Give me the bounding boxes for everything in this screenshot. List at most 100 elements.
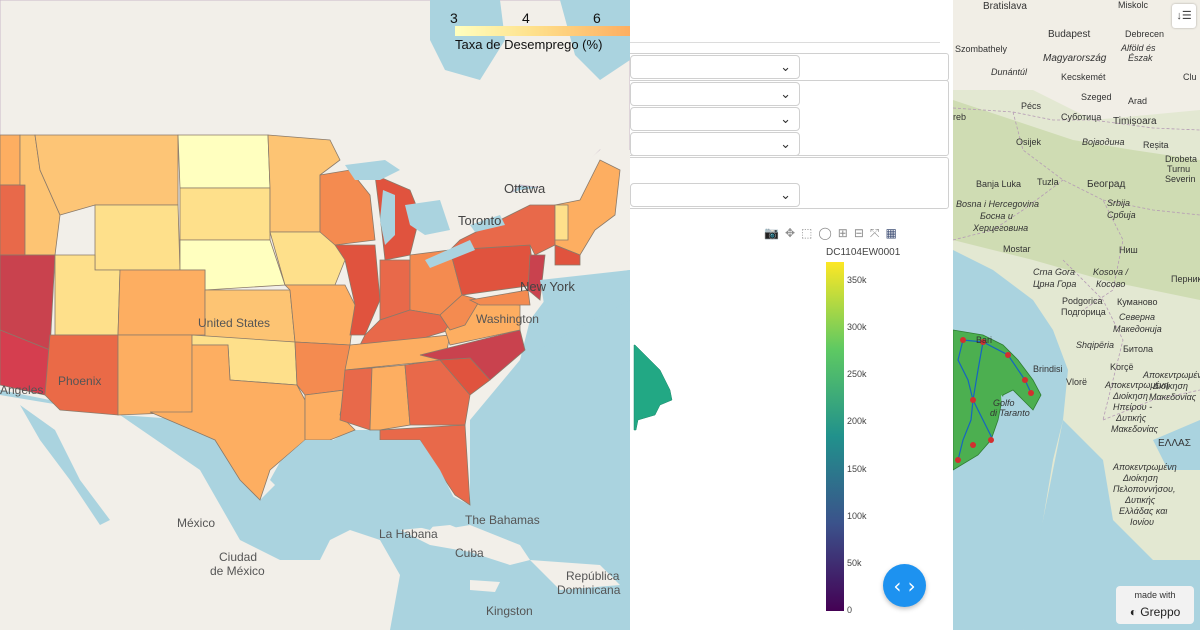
chevron-down-icon: ⌄ xyxy=(780,86,791,101)
label-dominicana: Dominicana xyxy=(557,583,621,597)
badge-name: ◐ Greppo xyxy=(1116,605,1194,619)
label-vojvodina: Војводина xyxy=(1082,137,1124,147)
label-pernik: Перник xyxy=(1171,274,1200,284)
label-bitola: Битола xyxy=(1123,344,1153,354)
colorbar-title: DC1104EW0001 xyxy=(826,247,901,258)
legend-colorbar xyxy=(455,26,630,36)
code-toggle-button[interactable]: ‹ › xyxy=(883,564,926,607)
dropdown-5[interactable]: ⌄ xyxy=(630,183,800,207)
state-washington xyxy=(0,134,21,186)
label-taranto2: di Taranto xyxy=(990,408,1030,418)
label-banja-luka: Banja Luka xyxy=(976,179,1021,189)
label-miskolc: Miskolc xyxy=(1118,0,1149,10)
label-cg2: Црна Гора xyxy=(1033,279,1076,289)
label-korce: Korçë xyxy=(1110,362,1134,372)
label-bratislava: Bratislava xyxy=(983,1,1027,12)
state-north-dakota xyxy=(177,134,271,189)
label-ep1: Αποκεντρωμένη xyxy=(1104,380,1169,390)
us-unemployment-map[interactable]: Ottawa Toronto New York Washington Unite… xyxy=(0,0,630,630)
label-kosovo1: Kosova / xyxy=(1093,267,1130,277)
label-vlore: Vlorë xyxy=(1066,377,1087,387)
greppo-badge[interactable]: made with ◐ Greppo xyxy=(1116,586,1194,624)
label-mexico: México xyxy=(177,516,215,530)
label-eszak: Észak xyxy=(1128,53,1153,63)
label-pel3: Πελοποννήσου, xyxy=(1113,484,1175,494)
label-podgorica1: Podgorica xyxy=(1062,296,1103,306)
label-ep5: Μακεδονίας xyxy=(1111,424,1159,434)
label-magyarorszag: Magyarország xyxy=(1043,53,1107,64)
zoom-out-icon[interactable]: ⊟ xyxy=(854,226,864,241)
menu-icon[interactable]: ↓☰ xyxy=(1172,4,1196,28)
label-resita: Reșita xyxy=(1143,140,1169,150)
label-bari: Bari xyxy=(976,335,992,345)
label-washington: Washington xyxy=(476,312,539,326)
label-phoenix: Phoenix xyxy=(58,374,101,388)
balkans-map[interactable]: Bratislava Miskolc Budapest Debrecen Szo… xyxy=(953,0,1200,630)
state-indiana xyxy=(379,259,411,321)
label-pel2: Διοίκηση xyxy=(1122,473,1158,483)
choropleth-region[interactable] xyxy=(630,340,690,440)
legend-tick-3: 3 xyxy=(450,10,458,26)
label-szombathely: Szombathely xyxy=(955,44,1008,54)
code-icon: ‹ › xyxy=(893,573,916,598)
label-mostar: Mostar xyxy=(1003,244,1031,254)
dropdown-3[interactable]: ⌄ xyxy=(630,107,800,131)
label-osijek: Osijek xyxy=(1016,137,1042,147)
label-kumanovo: Куманово xyxy=(1117,297,1158,307)
state-oregon xyxy=(0,184,26,256)
state-new-mexico xyxy=(117,334,193,416)
chevron-down-icon: ⌄ xyxy=(780,136,791,151)
colorbar-tick-label: 50k xyxy=(847,557,862,568)
label-pecs: Pécs xyxy=(1021,101,1042,111)
colorbar xyxy=(826,262,844,611)
label-timisoara: Timișoara xyxy=(1113,116,1157,127)
label-beograd: Београд xyxy=(1087,179,1125,190)
label-szeged: Szeged xyxy=(1081,92,1112,102)
label-debrecen: Debrecen xyxy=(1125,29,1164,39)
label-budapest: Budapest xyxy=(1048,29,1090,40)
label-pel6: Ιονίου xyxy=(1130,517,1154,527)
state-wyoming xyxy=(94,204,181,271)
label-cuba: Cuba xyxy=(455,546,484,560)
chevron-down-icon: ⌄ xyxy=(780,111,791,126)
state-alabama xyxy=(369,364,411,431)
colorbar-tick-label: 100k xyxy=(847,510,867,521)
plotly-logo-icon[interactable]: ▦ xyxy=(886,226,897,241)
label-reb: reb xyxy=(953,112,966,122)
label-drobeta1: Drobeta xyxy=(1165,154,1197,164)
camera-icon[interactable]: 📷 xyxy=(764,226,779,241)
box-select-icon[interactable]: ⬚ xyxy=(801,226,812,241)
legend-tick-4: 4 xyxy=(522,10,530,26)
label-kosovo2: Косово xyxy=(1096,279,1125,289)
label-la-habana: La Habana xyxy=(379,527,438,541)
dashboard-panel: ⌄ ⌄ ⌄ ⌄ ⌄ 📷 ✥ ⬚ ◯ ⊞ ⊟ ⤧ ▦ DC1104EW0001 3… xyxy=(630,0,953,630)
colorbar-tick-label: 250k xyxy=(847,369,867,380)
dropdown-2[interactable]: ⌄ xyxy=(630,82,800,106)
label-drobeta2: Turnu xyxy=(1167,164,1190,174)
label-nis: Ниш xyxy=(1119,245,1138,255)
colorbar-tick-label: 200k xyxy=(847,416,867,427)
dropdown-4[interactable]: ⌄ xyxy=(630,132,800,156)
dropdown-1[interactable]: ⌄ xyxy=(630,55,800,79)
lasso-icon[interactable]: ◯ xyxy=(818,226,831,241)
label-mak3: Μακεδονίας xyxy=(1149,392,1197,402)
label-kingston: Kingston xyxy=(486,604,533,618)
divider xyxy=(630,42,940,43)
legend-tick-6: 6 xyxy=(593,10,601,26)
chevron-down-icon: ⌄ xyxy=(780,187,791,202)
label-kecskemet: Kecskemét xyxy=(1061,72,1106,82)
label-ep3: Ηπείρου - xyxy=(1113,402,1152,412)
label-tuzla: Tuzla xyxy=(1037,177,1059,187)
us-map-svg: Ottawa Toronto New York Washington Unite… xyxy=(0,0,630,630)
state-vermont xyxy=(554,204,569,241)
label-new-york: New York xyxy=(520,279,575,294)
autoscale-icon[interactable]: ⤧ xyxy=(870,226,880,241)
label-taranto1: Golfo xyxy=(993,398,1015,408)
label-cg1: Crna Gora xyxy=(1033,267,1075,277)
label-alfold: Alföld és xyxy=(1120,43,1156,53)
label-subotica: Суботица xyxy=(1061,112,1101,122)
pan-icon[interactable]: ✥ xyxy=(785,226,795,241)
label-ep4: Δυτικής xyxy=(1115,413,1147,423)
label-ottawa: Ottawa xyxy=(504,181,546,196)
zoom-in-icon[interactable]: ⊞ xyxy=(838,226,848,241)
